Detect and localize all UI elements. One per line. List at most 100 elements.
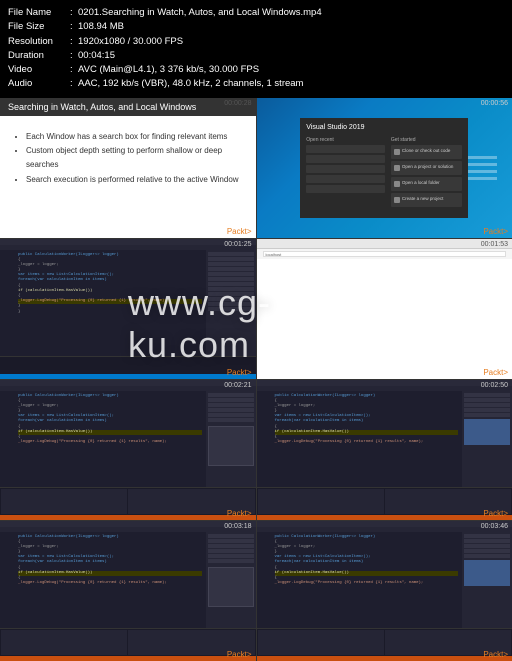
solution-explorer (462, 532, 512, 628)
file-size-label: File Size (8, 20, 70, 34)
code-editor: public CalculationWorker(ILogger<> logge… (271, 532, 463, 628)
get-started-label: Get started (391, 137, 462, 143)
ide-status-bar-debugging (0, 656, 256, 661)
open-recent-label: Open recent (306, 137, 385, 143)
bullet-1: Each Window has a search box for finding… (26, 130, 242, 144)
solution-explorer (206, 532, 256, 628)
brand-label: Packt> (483, 227, 508, 236)
action-open-project: Open a project or solution (391, 161, 462, 175)
watch-cell (1, 489, 127, 514)
ide-status-bar-debugging (257, 656, 512, 661)
brand-label: Packt> (483, 509, 508, 518)
watch-cell (258, 489, 384, 514)
recent-item (306, 185, 385, 193)
thumbnail-8[interactable]: 00:03:46 public CalculationWorker(ILogge… (257, 521, 512, 661)
thumbnails-grid: 00:00:28 Searching in Watch, Autos, and … (0, 98, 512, 661)
watch-window (257, 487, 512, 515)
action-clone: Clone or check out code (391, 145, 462, 159)
timestamp: 00:00:28 (224, 100, 251, 107)
video-label: Video (8, 63, 70, 77)
duration-value: 00:04:15 (78, 49, 115, 63)
solution-explorer (206, 391, 256, 487)
ide-status-bar-debugging (257, 515, 512, 520)
separator: : (70, 63, 78, 77)
folder-icon (394, 181, 400, 187)
highlighted-panel (464, 560, 510, 586)
recent-item (306, 155, 385, 163)
ide-status-bar (0, 374, 256, 379)
timestamp: 00:03:46 (481, 523, 508, 530)
browser-tabs (257, 239, 512, 249)
ide-left-gutter (0, 532, 14, 628)
timestamp: 00:00:56 (481, 100, 508, 107)
timestamp: 00:03:18 (224, 523, 251, 530)
clone-icon (394, 149, 400, 155)
bullet-3: Search execution is performed relative t… (26, 173, 242, 187)
resolution-value: 1920x1080 / 30.000 FPS (78, 35, 183, 49)
folder-icon (394, 165, 400, 171)
separator: : (70, 77, 78, 91)
timestamp: 00:01:53 (481, 241, 508, 248)
separator: : (70, 20, 78, 34)
brand-label: Packt> (227, 368, 252, 377)
thumbnail-4[interactable]: 00:01:53 localhost Packt> (257, 239, 512, 379)
ide-main: public CalculationWorker(ILogger<> logge… (0, 250, 256, 356)
get-started-column: Get started Clone or check out code Open… (391, 137, 462, 209)
ide-left-gutter (257, 391, 271, 487)
audio-value: AAC, 192 kb/s (VBR), 48.0 kHz, 2 channel… (78, 77, 303, 91)
timestamp: 00:02:21 (224, 382, 251, 389)
slide-body: Each Window has a search box for finding… (0, 116, 256, 202)
file-info-panel: File Name : 0201.Searching in Watch, Aut… (0, 0, 512, 98)
vs-title: Visual Studio 2019 (306, 124, 462, 131)
separator: : (70, 6, 78, 20)
file-size-value: 108.94 MB (78, 20, 124, 34)
thumbnail-6[interactable]: 00:02:50 public CalculationWorker(ILogge… (257, 380, 512, 520)
solution-explorer (462, 391, 512, 487)
thumbnail-1[interactable]: 00:00:28 Searching in Watch, Autos, and … (0, 98, 256, 238)
ide-status-bar-debugging (0, 515, 256, 520)
ide-left-gutter (0, 391, 14, 487)
recent-item (306, 145, 385, 153)
separator: : (70, 35, 78, 49)
brand-label: Packt> (227, 650, 252, 659)
code-editor: public CalculationWorker(ILogger<> logge… (271, 391, 463, 487)
vs-start-dialog: Visual Studio 2019 Open recent Get start… (300, 118, 468, 218)
file-name-row: File Name : 0201.Searching in Watch, Aut… (8, 6, 504, 20)
thumbnail-3[interactable]: 00:01:25 public CalculationWorker(ILogge… (0, 239, 256, 379)
brand-label: Packt> (483, 368, 508, 377)
open-recent-column: Open recent (306, 137, 385, 209)
solution-explorer (206, 250, 256, 356)
ide-left-gutter (257, 532, 271, 628)
duration-row: Duration : 00:04:15 (8, 49, 504, 63)
thumbnail-2[interactable]: 00:00:56 Visual Studio 2019 Open recent … (257, 98, 512, 238)
ide-left-gutter (0, 250, 14, 356)
file-name-value: 0201.Searching in Watch, Autos, and Loca… (78, 6, 322, 20)
browser-viewport (257, 259, 512, 379)
action-create-new: Create a new project (391, 193, 462, 207)
file-name-label: File Name (8, 6, 70, 20)
recent-item (306, 165, 385, 173)
plus-icon (394, 197, 400, 203)
code-editor: public CalculationWorker(ILogger<> logge… (14, 532, 206, 628)
ide-main: public CalculationWorker(ILogger<> logge… (257, 391, 512, 487)
duration-label: Duration (8, 49, 70, 63)
properties-panel (208, 567, 254, 607)
video-value: AVC (Main@L4.1), 3 376 kb/s, 30.000 FPS (78, 63, 259, 77)
audio-label: Audio (8, 77, 70, 91)
ide-output-panel (0, 356, 256, 374)
timestamp: 00:01:25 (224, 241, 251, 248)
watch-cell (1, 630, 127, 655)
bullet-2: Custom object depth setting to perform s… (26, 144, 242, 173)
watch-window (257, 628, 512, 656)
code-editor: public CalculationWorker(ILogger<> logge… (14, 391, 206, 487)
thumbnail-7[interactable]: 00:03:18 public CalculationWorker(ILogge… (0, 521, 256, 661)
audio-row: Audio : AAC, 192 kb/s (VBR), 48.0 kHz, 2… (8, 77, 504, 91)
resolution-row: Resolution : 1920x1080 / 30.000 FPS (8, 35, 504, 49)
resolution-label: Resolution (8, 35, 70, 49)
recent-item (306, 175, 385, 183)
video-row: Video : AVC (Main@L4.1), 3 376 kb/s, 30.… (8, 63, 504, 77)
ide-main: public CalculationWorker(ILogger<> logge… (0, 532, 256, 628)
thumbnail-5[interactable]: 00:02:21 public CalculationWorker(ILogge… (0, 380, 256, 520)
ide-main: public CalculationWorker(ILogger<> logge… (0, 391, 256, 487)
file-size-row: File Size : 108.94 MB (8, 20, 504, 34)
